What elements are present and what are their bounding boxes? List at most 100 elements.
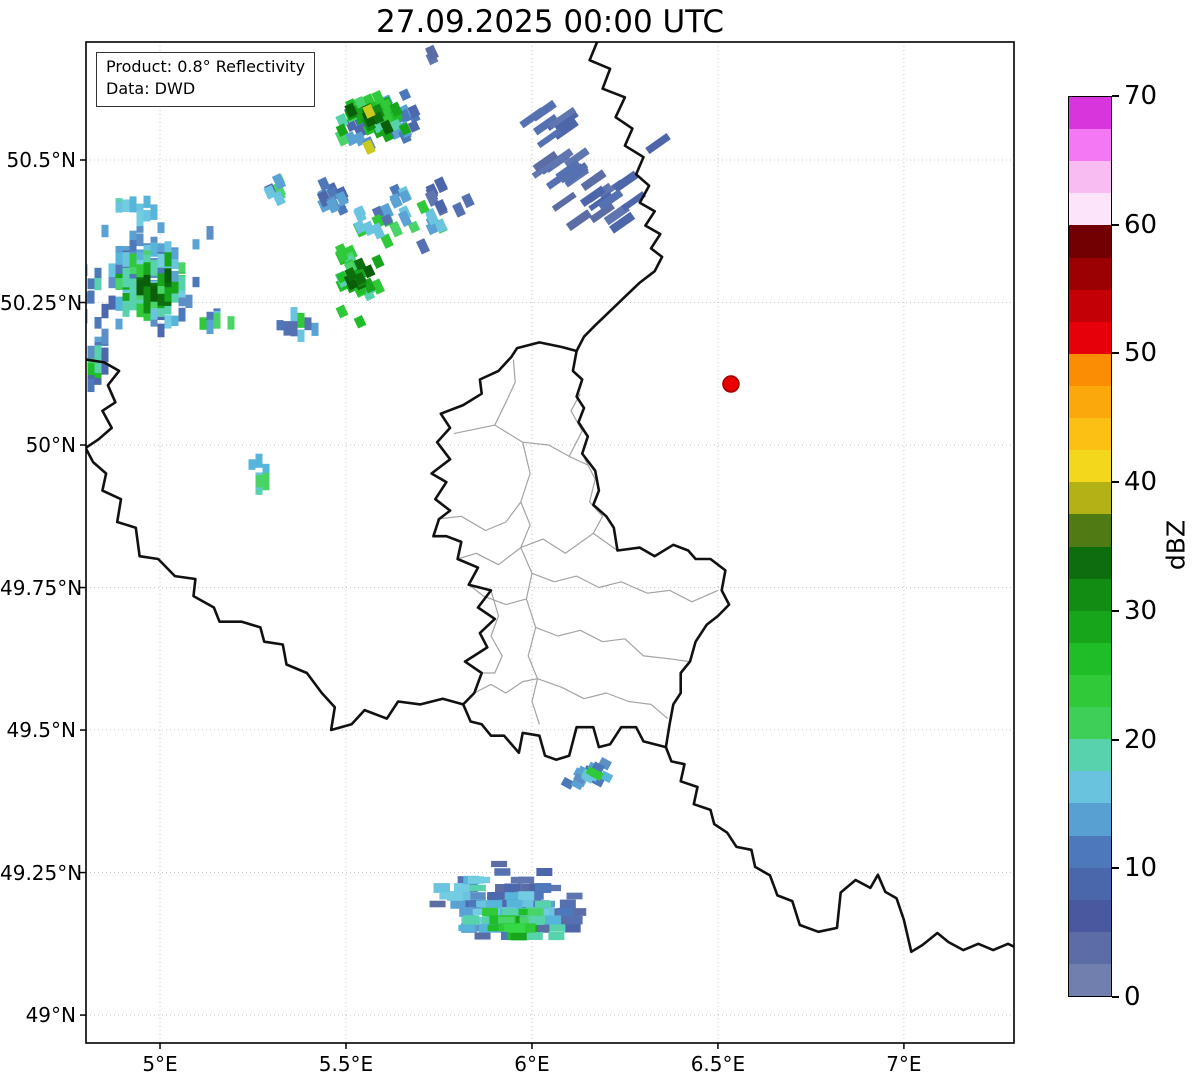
radar-echo-cell	[116, 202, 123, 213]
radar-echo-cell	[123, 301, 130, 317]
radar-echo-cell	[88, 278, 95, 289]
radar-echo-cell	[130, 231, 137, 241]
colorbar-segment	[1069, 836, 1111, 868]
colorbar-segment	[1069, 803, 1111, 835]
radar-echo-cell	[151, 260, 158, 276]
radar-echo-cell	[137, 233, 144, 246]
radar-echo-cell	[137, 264, 144, 277]
lon-tick-label: 6°E	[472, 1051, 592, 1077]
radar-echo-cell	[535, 901, 551, 908]
radar-site-marker	[723, 376, 739, 392]
radar-echo-cell	[165, 241, 172, 251]
map-canvas	[0, 0, 1202, 1081]
radar-echo-cell	[612, 171, 638, 193]
radar-echo-cell	[511, 932, 527, 941]
radar-echo-cell	[179, 308, 186, 322]
radar-echo-cell	[474, 877, 490, 883]
colorbar-segment	[1069, 964, 1111, 996]
radar-echo-cell	[447, 892, 463, 900]
radar-echo-cell	[88, 363, 95, 375]
radar-echo-cell	[207, 226, 214, 240]
colorbar-segment	[1069, 258, 1111, 290]
colorbar-segment	[1069, 129, 1111, 161]
colorbar-tick-label: 20	[1124, 724, 1157, 756]
colorbar-tick-mark	[1112, 610, 1119, 612]
radar-echo-cell	[511, 877, 527, 883]
radar-echo-cell	[95, 278, 102, 290]
annotation-data-line: Data: DWD	[106, 78, 305, 100]
radar-echo-cell	[200, 317, 207, 330]
radar-echo-cell	[144, 296, 151, 306]
colorbar-segment	[1069, 611, 1111, 643]
regional-border-line	[538, 679, 668, 719]
radar-echo-cell	[416, 238, 430, 254]
radar-echo-cell	[336, 305, 349, 319]
radar-echo-cell	[151, 204, 158, 219]
radar-echo-cell	[567, 916, 583, 925]
radar-echo-cell	[645, 133, 671, 154]
colorbar-segment	[1069, 290, 1111, 322]
radar-echo-cell	[284, 321, 291, 336]
colorbar-segment	[1069, 643, 1111, 675]
colorbar-segment	[1069, 707, 1111, 739]
colorbar-segment	[1069, 386, 1111, 418]
colorbar-tick-mark	[1112, 867, 1119, 869]
radar-echo-cell	[498, 917, 514, 923]
radar-echo-cell	[88, 291, 95, 304]
national-borders	[86, 42, 1014, 952]
radar-echo-cell	[488, 892, 504, 900]
radar-echo-cell	[102, 348, 109, 363]
regional-border-line	[482, 590, 503, 673]
echo-belgium-west	[81, 196, 319, 392]
radar-echo-cell	[371, 254, 384, 269]
radar-echo-cell	[256, 454, 263, 468]
lon-tick-label: 7°E	[844, 1051, 964, 1077]
radar-echo-cell	[130, 240, 137, 251]
colorbar-segment	[1069, 322, 1111, 354]
colorbar-segment	[1069, 771, 1111, 803]
colorbar-segment	[1069, 514, 1111, 546]
radar-echo-cell	[470, 885, 486, 892]
radar-echo-cell	[504, 884, 520, 893]
lat-tick-label: 49°N	[0, 1002, 76, 1028]
radar-echo-cell	[172, 259, 179, 269]
radar-echo-cell	[123, 252, 130, 267]
radar-echo-cell	[263, 473, 270, 482]
radar-echo-cell	[305, 318, 312, 330]
radar-echo-cell	[461, 193, 474, 208]
lat-tick-label: 50.5°N	[0, 147, 76, 173]
radar-echo-cell	[518, 891, 534, 900]
colorbar-segment	[1069, 547, 1111, 579]
regional-border-line	[495, 360, 515, 426]
radar-echo-cell	[116, 253, 123, 265]
radar-echo-cell	[123, 199, 130, 211]
radar-echo-cell	[137, 211, 144, 226]
colorbar-tick-label: 10	[1124, 852, 1157, 884]
radar-echo-cell	[430, 901, 446, 908]
annotation-product-line: Product: 0.8° Reflectivity	[106, 56, 305, 78]
radar-echo-cell	[298, 330, 305, 342]
radar-echo-cell	[109, 263, 116, 277]
radar-echo-cell	[463, 915, 479, 924]
annotation-box: Product: 0.8° Reflectivity Data: DWD	[96, 52, 315, 107]
radar-echo-cell	[549, 924, 565, 931]
radar-echo-cell	[102, 329, 109, 345]
radar-echo-cell	[486, 900, 502, 908]
radar-echo-cell	[144, 275, 151, 288]
radar-echo-cell	[298, 314, 305, 326]
radar-echo-cell	[144, 210, 151, 221]
radar-echo-cell	[95, 317, 102, 329]
radar-echo-cell	[88, 346, 95, 360]
radar-echo-cell	[116, 264, 123, 275]
radar-echo-cell	[557, 908, 573, 916]
echo-belgium-small	[249, 454, 270, 495]
radar-echo-cell	[193, 277, 200, 287]
radar-echo-cell	[475, 932, 491, 939]
radar-echo-cell	[452, 202, 466, 218]
radar-echo-cell	[545, 915, 561, 924]
radar-echo-cell	[165, 252, 172, 266]
regional-borders	[437, 360, 718, 725]
echo-moselle-small	[561, 757, 614, 790]
colorbar-segment	[1069, 161, 1111, 193]
radar-echo-cell	[158, 324, 165, 338]
